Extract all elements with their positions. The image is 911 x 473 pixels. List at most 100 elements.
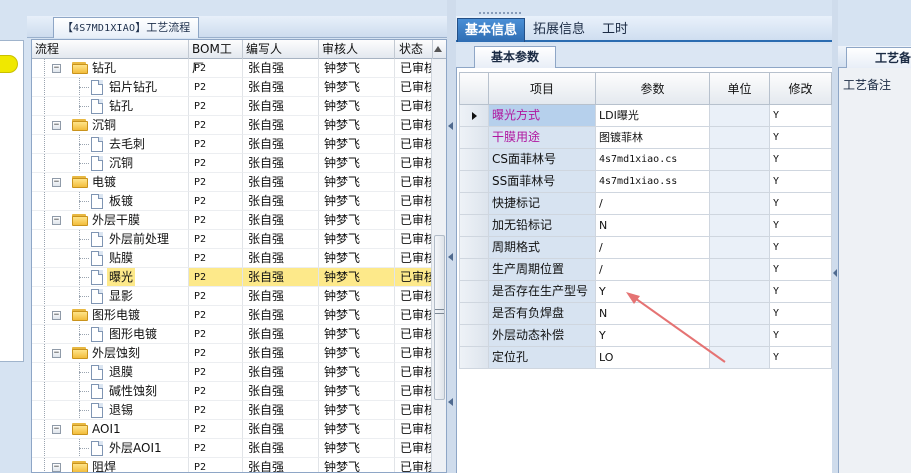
param-modify-cell[interactable]: Y [770, 105, 832, 127]
column-header-value[interactable]: 参数 [596, 72, 710, 105]
param-row[interactable]: 周期格式 / Y [459, 237, 832, 259]
param-value-cell[interactable]: N [596, 215, 710, 237]
tree-row[interactable]: − 外层蚀刻 P2 张自强 钟梦飞 已审核 [32, 344, 433, 363]
tree-row[interactable]: 贴膜 P2 张自强 钟梦飞 已审核 [32, 249, 433, 268]
tree-vertical-scrollbar[interactable] [431, 59, 446, 472]
column-header-reviewer[interactable]: 审核人 [319, 40, 395, 59]
tree-node-cell[interactable]: 图形电镀 [32, 325, 189, 344]
tree-row[interactable]: − 沉铜 P2 张自强 钟梦飞 已审核 [32, 116, 433, 135]
row-indicator[interactable] [459, 215, 489, 237]
collapse-toggle-icon[interactable]: − [52, 216, 61, 225]
param-unit-cell[interactable] [710, 193, 770, 215]
tree-node-cell[interactable]: 显影 [32, 287, 189, 306]
tree-node-cell[interactable]: 外层前处理 [32, 230, 189, 249]
param-modify-cell[interactable]: Y [770, 259, 832, 281]
tree-row[interactable]: − AOI1 P2 张自强 钟梦飞 已审核 [32, 420, 433, 439]
param-value-cell[interactable]: 4s7md1xiao.ss [596, 171, 710, 193]
tree-row[interactable]: 退锡 P2 张自强 钟梦飞 已审核 [32, 401, 433, 420]
collapse-toggle-icon[interactable]: − [52, 463, 61, 472]
tree-row[interactable]: 沉铜 P2 张自强 钟梦飞 已审核 [32, 154, 433, 173]
column-header-item[interactable]: 项目 [489, 72, 596, 105]
param-row[interactable]: 定位孔 LO Y [459, 347, 832, 369]
row-indicator[interactable] [459, 105, 489, 127]
row-indicator[interactable] [459, 237, 489, 259]
row-indicator[interactable] [459, 171, 489, 193]
param-value-cell[interactable]: / [596, 193, 710, 215]
collapse-left-arrow-icon[interactable] [448, 253, 453, 261]
param-modify-cell[interactable]: Y [770, 303, 832, 325]
tree-row[interactable]: 外层前处理 P2 张自强 钟梦飞 已审核 [32, 230, 433, 249]
column-header-bom[interactable]: BOM工厂 [189, 40, 243, 75]
collapse-right-arrow-icon[interactable] [833, 269, 837, 277]
tree-row[interactable]: 铝片钻孔 P2 张自强 钟梦飞 已审核 [32, 78, 433, 97]
param-modify-cell[interactable]: Y [770, 215, 832, 237]
tree-node-cell[interactable]: 退锡 [32, 401, 189, 420]
tree-row[interactable]: 碱性蚀刻 P2 张自强 钟梦飞 已审核 [32, 382, 433, 401]
param-modify-cell[interactable]: Y [770, 171, 832, 193]
tab-work-hours[interactable]: 工时 [595, 18, 635, 42]
tree-row[interactable]: 去毛刺 P2 张自强 钟梦飞 已审核 [32, 135, 433, 154]
param-row[interactable]: 是否存在生产型号 Y Y [459, 281, 832, 303]
param-modify-cell[interactable]: Y [770, 127, 832, 149]
tree-node-cell[interactable]: − 外层干膜 [32, 211, 189, 230]
tree-node-cell[interactable]: 钻孔 [32, 97, 189, 116]
subtab-basic-params[interactable]: 基本参数 [474, 46, 556, 68]
param-unit-cell[interactable] [710, 325, 770, 347]
row-indicator[interactable] [459, 281, 489, 303]
row-indicator[interactable] [459, 325, 489, 347]
collapse-toggle-icon[interactable]: − [52, 311, 61, 320]
row-indicator[interactable] [459, 259, 489, 281]
splitter-left[interactable] [447, 0, 456, 473]
row-indicator[interactable] [459, 303, 489, 325]
param-unit-cell[interactable] [710, 237, 770, 259]
param-row[interactable]: 曝光方式 LDI曝光 Y [459, 105, 832, 127]
tree-row[interactable]: − 钻孔 P2 张自强 钟梦飞 已审核 [32, 59, 433, 78]
column-header-unit[interactable]: 单位 [710, 72, 770, 105]
tree-node-cell[interactable]: − 阻焊 [32, 458, 189, 472]
process-notes-tab[interactable]: 工艺备 [846, 47, 911, 68]
param-row[interactable]: 干膜用途 图镀菲林 Y [459, 127, 832, 149]
param-modify-cell[interactable]: Y [770, 237, 832, 259]
process-tree-title-tab[interactable]: 【4S7MD1XIAO】工艺流程 [53, 17, 200, 38]
tree-node-cell[interactable]: 退膜 [32, 363, 189, 382]
tree-row[interactable]: − 外层干膜 P2 张自强 钟梦飞 已审核 [32, 211, 433, 230]
column-header-modify[interactable]: 修改 [770, 72, 832, 105]
tree-node-cell[interactable]: 外层AOI1 [32, 439, 189, 458]
param-modify-cell[interactable]: Y [770, 281, 832, 303]
collapse-toggle-icon[interactable]: − [52, 64, 61, 73]
tree-node-cell[interactable]: − 沉铜 [32, 116, 189, 135]
param-row[interactable]: CS面菲林号 4s7md1xiao.cs Y [459, 149, 832, 171]
param-unit-cell[interactable] [710, 281, 770, 303]
process-notes-body[interactable]: 工艺备注 [838, 68, 911, 473]
sort-asc-icon[interactable] [434, 46, 442, 52]
param-value-cell[interactable]: Y [596, 325, 710, 347]
param-value-cell[interactable]: LDI曝光 [596, 105, 710, 127]
param-unit-cell[interactable] [710, 127, 770, 149]
param-unit-cell[interactable] [710, 215, 770, 237]
collapse-left-arrow-icon[interactable] [448, 122, 453, 130]
param-row[interactable]: 快捷标记 / Y [459, 193, 832, 215]
param-row[interactable]: SS面菲林号 4s7md1xiao.ss Y [459, 171, 832, 193]
tree-node-cell[interactable]: − 图形电镀 [32, 306, 189, 325]
param-modify-cell[interactable]: Y [770, 347, 832, 369]
param-value-cell[interactable]: / [596, 259, 710, 281]
tree-row[interactable]: 外层AOI1 P2 张自强 钟梦飞 已审核 [32, 439, 433, 458]
param-unit-cell[interactable] [710, 171, 770, 193]
collapse-toggle-icon[interactable]: − [52, 178, 61, 187]
param-modify-cell[interactable]: Y [770, 325, 832, 347]
collapse-left-arrow-icon[interactable] [448, 398, 453, 406]
collapse-toggle-icon[interactable]: − [52, 425, 61, 434]
param-modify-cell[interactable]: Y [770, 149, 832, 171]
collapse-toggle-icon[interactable]: − [52, 121, 61, 130]
row-indicator[interactable] [459, 127, 489, 149]
column-header-writer[interactable]: 编写人 [243, 40, 319, 59]
row-indicator[interactable] [459, 149, 489, 171]
row-indicator[interactable] [459, 193, 489, 215]
tree-row[interactable]: − 图形电镀 P2 张自强 钟梦飞 已审核 [32, 306, 433, 325]
tree-node-cell[interactable]: − 电镀 [32, 173, 189, 192]
param-row[interactable]: 外层动态补偿 Y Y [459, 325, 832, 347]
param-row[interactable]: 加无铅标记 N Y [459, 215, 832, 237]
tree-row[interactable]: 曝光 P2 张自强 钟梦飞 已审核 [32, 268, 433, 287]
tab-extended-info[interactable]: 拓展信息 [526, 18, 592, 42]
tree-node-cell[interactable]: − 钻孔 [32, 59, 189, 78]
